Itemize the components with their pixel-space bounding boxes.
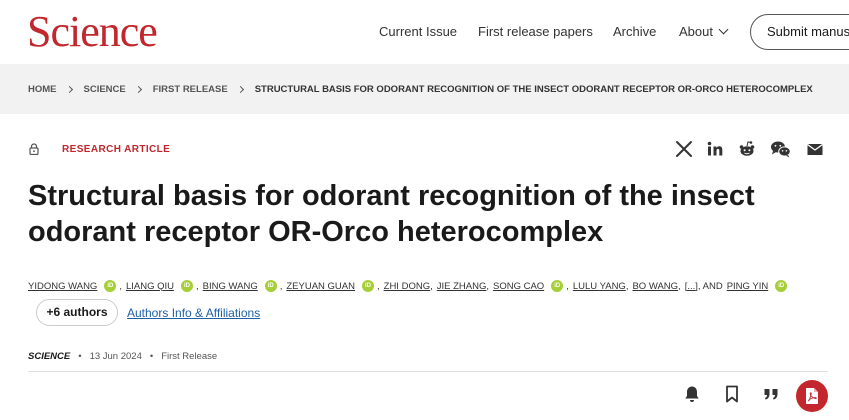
- email-icon[interactable]: [806, 140, 824, 158]
- wechat-icon[interactable]: [770, 140, 791, 158]
- author-ellipsis[interactable]: [...]: [685, 281, 698, 292]
- author-separator: ,: [279, 280, 283, 292]
- orcid-icon[interactable]: iD: [264, 280, 277, 292]
- author-separator: ,: [678, 280, 681, 292]
- nav-current-issue[interactable]: Current Issue: [379, 24, 457, 39]
- quote-icon[interactable]: [761, 384, 781, 404]
- breadcrumb-home[interactable]: HOME: [28, 84, 57, 95]
- author-link[interactable]: SONG CAO: [493, 281, 544, 292]
- chevron-right-icon: [134, 85, 142, 94]
- science-logo[interactable]: Science: [27, 8, 158, 56]
- separator-dot: •: [149, 351, 154, 362]
- author-separator: ,: [566, 280, 569, 292]
- more-authors-button[interactable]: +6 authors: [36, 299, 118, 326]
- author-link[interactable]: LULU YANG: [573, 281, 626, 292]
- chevron-down-icon: [718, 24, 729, 35]
- author-list: YIDONG WANG iD , LIANG QIU iD , BING WAN…: [28, 280, 790, 292]
- orcid-icon[interactable]: iD: [775, 280, 788, 292]
- bell-icon[interactable]: [682, 384, 702, 404]
- pdf-icon: [806, 388, 818, 404]
- orcid-icon[interactable]: iD: [551, 280, 564, 292]
- nav-archive[interactable]: Archive: [613, 24, 656, 39]
- x-icon[interactable]: [675, 140, 693, 158]
- author-separator: ,: [625, 280, 629, 292]
- author-separator: ,: [486, 280, 489, 292]
- author-link[interactable]: BO WANG: [632, 281, 678, 292]
- author-separator: ,: [377, 280, 380, 292]
- bookmark-icon[interactable]: [722, 384, 742, 404]
- article-type-label: RESEARCH ARTICLE: [62, 144, 171, 155]
- authors-affiliations-link[interactable]: Authors Info & Affiliations: [127, 306, 260, 320]
- author-link[interactable]: JIE ZHANG: [437, 281, 487, 292]
- breadcrumb-science[interactable]: SCIENCE: [84, 84, 126, 95]
- publication-info: SCIENCE • 13 Jun 2024 • First Release: [28, 351, 217, 362]
- orcid-icon[interactable]: iD: [362, 280, 374, 292]
- nav-about[interactable]: About: [679, 24, 729, 39]
- journal-name[interactable]: SCIENCE: [28, 351, 70, 362]
- breadcrumb-bar: HOME SCIENCE FIRST RELEASE STRUCTURAL BA…: [0, 64, 849, 114]
- orcid-icon[interactable]: iD: [104, 280, 117, 292]
- nav-about-label: About: [679, 24, 713, 39]
- nav-first-release-papers[interactable]: First release papers: [478, 24, 593, 39]
- submit-manuscript-button[interactable]: Submit manuscript: [750, 14, 849, 50]
- lock-icon: [29, 143, 39, 155]
- breadcrumb: HOME SCIENCE FIRST RELEASE STRUCTURAL BA…: [28, 84, 813, 95]
- orcid-icon[interactable]: iD: [181, 280, 194, 292]
- author-link[interactable]: ZEYUAN GUAN: [286, 281, 355, 292]
- author-link[interactable]: LIANG QIU: [126, 281, 174, 292]
- breadcrumb-first-release[interactable]: FIRST RELEASE: [153, 84, 228, 95]
- author-separator: ,: [119, 280, 122, 292]
- separator-dot: •: [78, 351, 82, 362]
- author-link[interactable]: BING WANG: [203, 281, 258, 292]
- publication-date: 13 Jun 2024: [89, 351, 142, 362]
- author-link[interactable]: PING YIN: [727, 281, 769, 292]
- author-separator: ,: [196, 280, 199, 292]
- linkedin-icon[interactable]: [706, 140, 724, 158]
- author-link[interactable]: ZHI DONG: [384, 281, 430, 292]
- article-title: Structural basis for odorant recognition…: [28, 180, 755, 248]
- publication-status: First Release: [161, 351, 218, 362]
- divider: [28, 371, 828, 372]
- author-separator: ,: [430, 280, 433, 292]
- author-link[interactable]: YIDONG WANG: [28, 281, 97, 292]
- breadcrumb-current: STRUCTURAL BASIS FOR ODORANT RECOGNITION…: [254, 84, 813, 95]
- site-header: Science Current Issue First release pape…: [0, 0, 849, 64]
- chevron-right-icon: [236, 85, 244, 94]
- author-separator: , AND: [697, 280, 723, 292]
- reddit-icon[interactable]: [738, 140, 756, 158]
- pdf-button[interactable]: [796, 380, 828, 412]
- chevron-right-icon: [65, 85, 73, 94]
